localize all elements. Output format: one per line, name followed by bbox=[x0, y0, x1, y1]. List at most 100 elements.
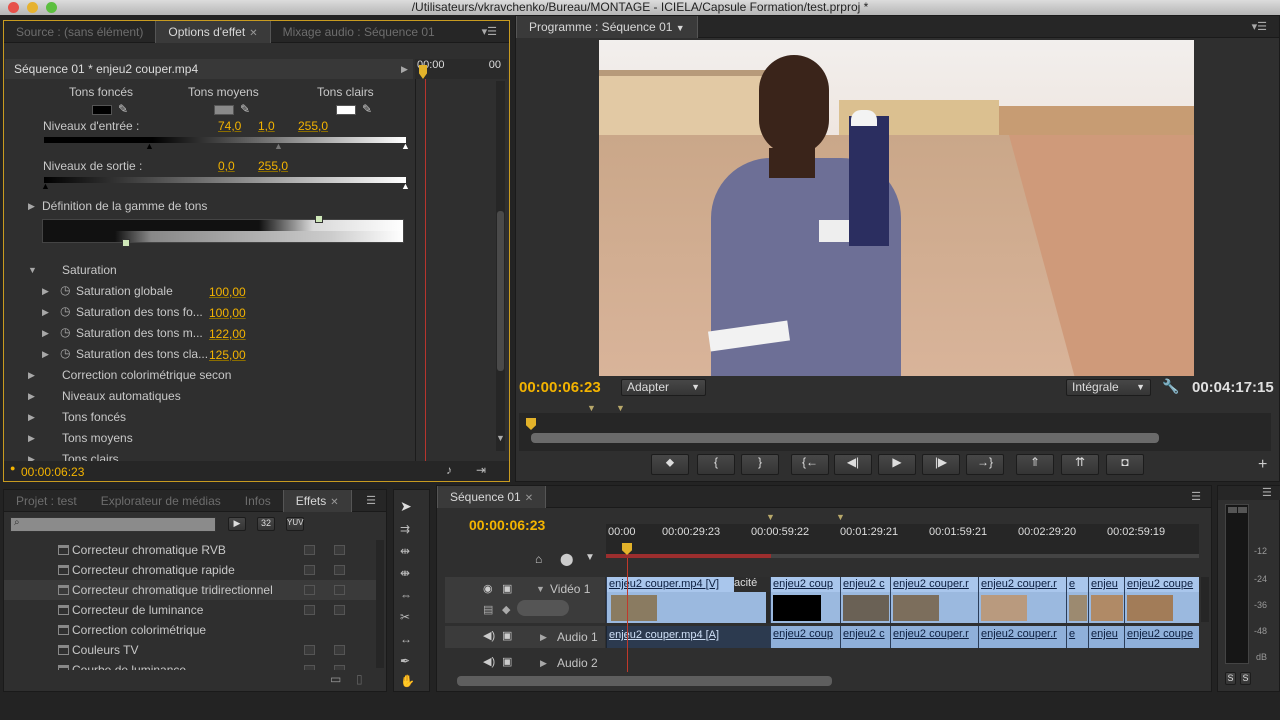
expand-icon[interactable]: ▶ bbox=[28, 433, 35, 444]
eyedropper-icon[interactable]: ✎ bbox=[362, 102, 372, 116]
minimize-window-button[interactable] bbox=[27, 2, 38, 13]
panel-menu-icon[interactable]: ▾☰ bbox=[482, 25, 497, 38]
stopwatch-icon[interactable]: ◷ bbox=[60, 304, 70, 318]
audio-clip[interactable]: enjeu2 coupe bbox=[1124, 626, 1199, 648]
keyframe-nav[interactable] bbox=[517, 600, 569, 616]
expand-track-icon[interactable]: ▶ bbox=[540, 658, 547, 669]
collapse-track-icon[interactable]: ▼ bbox=[536, 584, 545, 594]
expand-icon[interactable]: ▶ bbox=[42, 286, 49, 297]
step-forward-button[interactable]: |▶ bbox=[922, 454, 960, 475]
add-marker-icon[interactable]: ▼ bbox=[585, 552, 595, 563]
panel-menu-icon[interactable]: ☰ bbox=[1191, 490, 1201, 503]
light-swatch[interactable] bbox=[336, 105, 356, 115]
list-item[interactable]: Couleurs TV bbox=[4, 640, 379, 660]
video-clip[interactable]: enjeu2 couper.r bbox=[890, 577, 978, 623]
extract-button[interactable]: ⇈ bbox=[1061, 454, 1099, 475]
panel-menu-icon[interactable]: ▾☰ bbox=[1252, 20, 1267, 33]
scroll-thumb[interactable] bbox=[497, 211, 504, 371]
list-item[interactable]: Courbe de luminance bbox=[4, 660, 379, 670]
speaker-icon[interactable]: ◀) bbox=[483, 655, 495, 668]
ripple-edit-tool-icon[interactable]: ⇹ bbox=[400, 544, 410, 558]
video-clip[interactable]: enjeu2 coup bbox=[770, 577, 840, 623]
tab-info[interactable]: Infos bbox=[233, 490, 283, 512]
collapse-saturation-icon[interactable]: ▼ bbox=[28, 265, 37, 275]
eye-icon[interactable]: ◉ bbox=[483, 582, 493, 595]
timeline-vscroll[interactable] bbox=[1201, 577, 1209, 622]
tab-effects[interactable]: Effets ✕ bbox=[282, 489, 352, 512]
zoom-window-button[interactable] bbox=[46, 2, 57, 13]
timeline-timecode[interactable]: 00:00:06:23 bbox=[469, 517, 545, 533]
program-playhead[interactable] bbox=[526, 418, 536, 430]
range-handle[interactable] bbox=[315, 215, 323, 223]
range-handle[interactable] bbox=[122, 239, 130, 247]
video-clip[interactable]: e bbox=[1066, 577, 1088, 623]
audio-clip[interactable]: enjeu2 c bbox=[840, 626, 890, 648]
step-back-button[interactable]: ◀| bbox=[834, 454, 872, 475]
fit-dropdown[interactable]: Adapter ▼ bbox=[621, 379, 706, 396]
section-highlights[interactable]: Tons clairs bbox=[62, 452, 119, 461]
selection-tool-icon[interactable]: ➤ bbox=[400, 498, 412, 515]
tab-project[interactable]: Projet : test bbox=[4, 490, 89, 512]
tab-effect-options[interactable]: Options d'effet ✕ bbox=[155, 20, 271, 43]
expand-tonal-range-icon[interactable]: ▶ bbox=[28, 201, 35, 212]
eyedropper-icon[interactable]: ✎ bbox=[240, 102, 250, 116]
razor-tool-icon[interactable]: ✂ bbox=[400, 610, 410, 624]
stopwatch-icon[interactable]: ◷ bbox=[60, 283, 70, 297]
input-gamma-slider[interactable]: ▲ bbox=[274, 141, 283, 151]
marker-in[interactable]: ▼ bbox=[587, 403, 596, 413]
tonal-range-label[interactable]: Définition de la gamme de tons bbox=[42, 199, 207, 213]
tonal-range-bar[interactable] bbox=[42, 219, 404, 243]
saturation-item-value[interactable]: 125,00 bbox=[209, 348, 246, 362]
go-to-out-button[interactable]: →} bbox=[966, 454, 1004, 475]
timeline-marker[interactable]: ▼ bbox=[766, 512, 775, 522]
tab-audio-mixer[interactable]: Mixage audio : Séquence 01 bbox=[271, 21, 447, 43]
play-only-effect-icon[interactable]: ▶ bbox=[401, 64, 408, 75]
new-bin-icon[interactable]: ▭ bbox=[330, 672, 341, 686]
saturation-item-value[interactable]: 100,00 bbox=[209, 306, 246, 320]
timeline-ruler[interactable]: 00:00 00:00:29:23 00:00:59:22 00:01:29:2… bbox=[606, 512, 1199, 558]
effects-search-input[interactable]: ⌕ bbox=[10, 517, 216, 532]
section-secondary-color[interactable]: Correction colorimétrique secon bbox=[62, 368, 231, 382]
list-item[interactable]: Correcteur chromatique rapide bbox=[4, 560, 379, 580]
add-button-icon[interactable]: + bbox=[1258, 456, 1267, 474]
go-to-in-button[interactable]: {← bbox=[791, 454, 829, 475]
close-window-button[interactable] bbox=[8, 2, 19, 13]
saturation-label[interactable]: Saturation bbox=[62, 263, 117, 277]
link-icon[interactable]: ⬤ bbox=[560, 552, 573, 566]
expand-icon[interactable]: ▶ bbox=[28, 370, 35, 381]
slip-tool-icon[interactable]: ↔ bbox=[400, 632, 412, 646]
accelerated-effects-icon[interactable]: ▶ bbox=[228, 517, 246, 531]
export-frame-button[interactable]: ◘ bbox=[1106, 454, 1144, 475]
saturation-item-value[interactable]: 122,00 bbox=[209, 327, 246, 341]
output-levels-gradient[interactable] bbox=[44, 177, 406, 183]
program-scrubber[interactable]: ▼ ▼ bbox=[519, 403, 1271, 451]
program-timecode[interactable]: 00:00:06:23 bbox=[519, 379, 601, 396]
panel-menu-icon[interactable]: ☰ bbox=[1262, 486, 1272, 499]
program-video-frame[interactable] bbox=[599, 40, 1194, 376]
expand-icon[interactable]: ▶ bbox=[42, 328, 49, 339]
stopwatch-icon[interactable]: ◷ bbox=[60, 346, 70, 360]
quality-dropdown[interactable]: Intégrale ▼ bbox=[1066, 379, 1151, 396]
expand-icon[interactable]: ▶ bbox=[42, 349, 49, 360]
sync-lock-icon[interactable]: ▣ bbox=[502, 582, 512, 595]
video-clip[interactable]: enjeu2 c bbox=[840, 577, 890, 623]
hand-tool-icon[interactable]: ✋ bbox=[400, 674, 415, 688]
audio-clip[interactable]: enjeu2 couper.mp4 [A] bbox=[606, 626, 770, 648]
solo-button[interactable]: S bbox=[1240, 672, 1251, 685]
play-button[interactable]: ▶ bbox=[878, 454, 916, 475]
output-white-slider[interactable]: ▲ bbox=[401, 181, 410, 191]
sync-lock-icon[interactable]: ▣ bbox=[502, 655, 512, 668]
scroll-down-icon[interactable]: ▼ bbox=[496, 433, 505, 443]
list-item[interactable]: Correction colorimétrique bbox=[4, 620, 379, 640]
expand-track-icon[interactable]: ▶ bbox=[540, 632, 547, 643]
pen-tool-icon[interactable]: ✒ bbox=[400, 654, 410, 668]
output-black-slider[interactable]: ▲ bbox=[41, 181, 50, 191]
audio-clip[interactable]: e bbox=[1066, 626, 1088, 648]
add-marker-button[interactable]: ⬥ bbox=[651, 454, 689, 475]
section-auto-levels[interactable]: Niveaux automatiques bbox=[62, 389, 181, 403]
rolling-edit-tool-icon[interactable]: ⇼ bbox=[400, 566, 410, 580]
close-tab-icon[interactable]: ✕ bbox=[525, 493, 533, 504]
32bit-effects-badge[interactable]: 32 bbox=[257, 517, 275, 531]
display-style-icon[interactable]: ▤ bbox=[483, 603, 493, 616]
list-item[interactable]: Correcteur de luminance bbox=[4, 600, 379, 620]
